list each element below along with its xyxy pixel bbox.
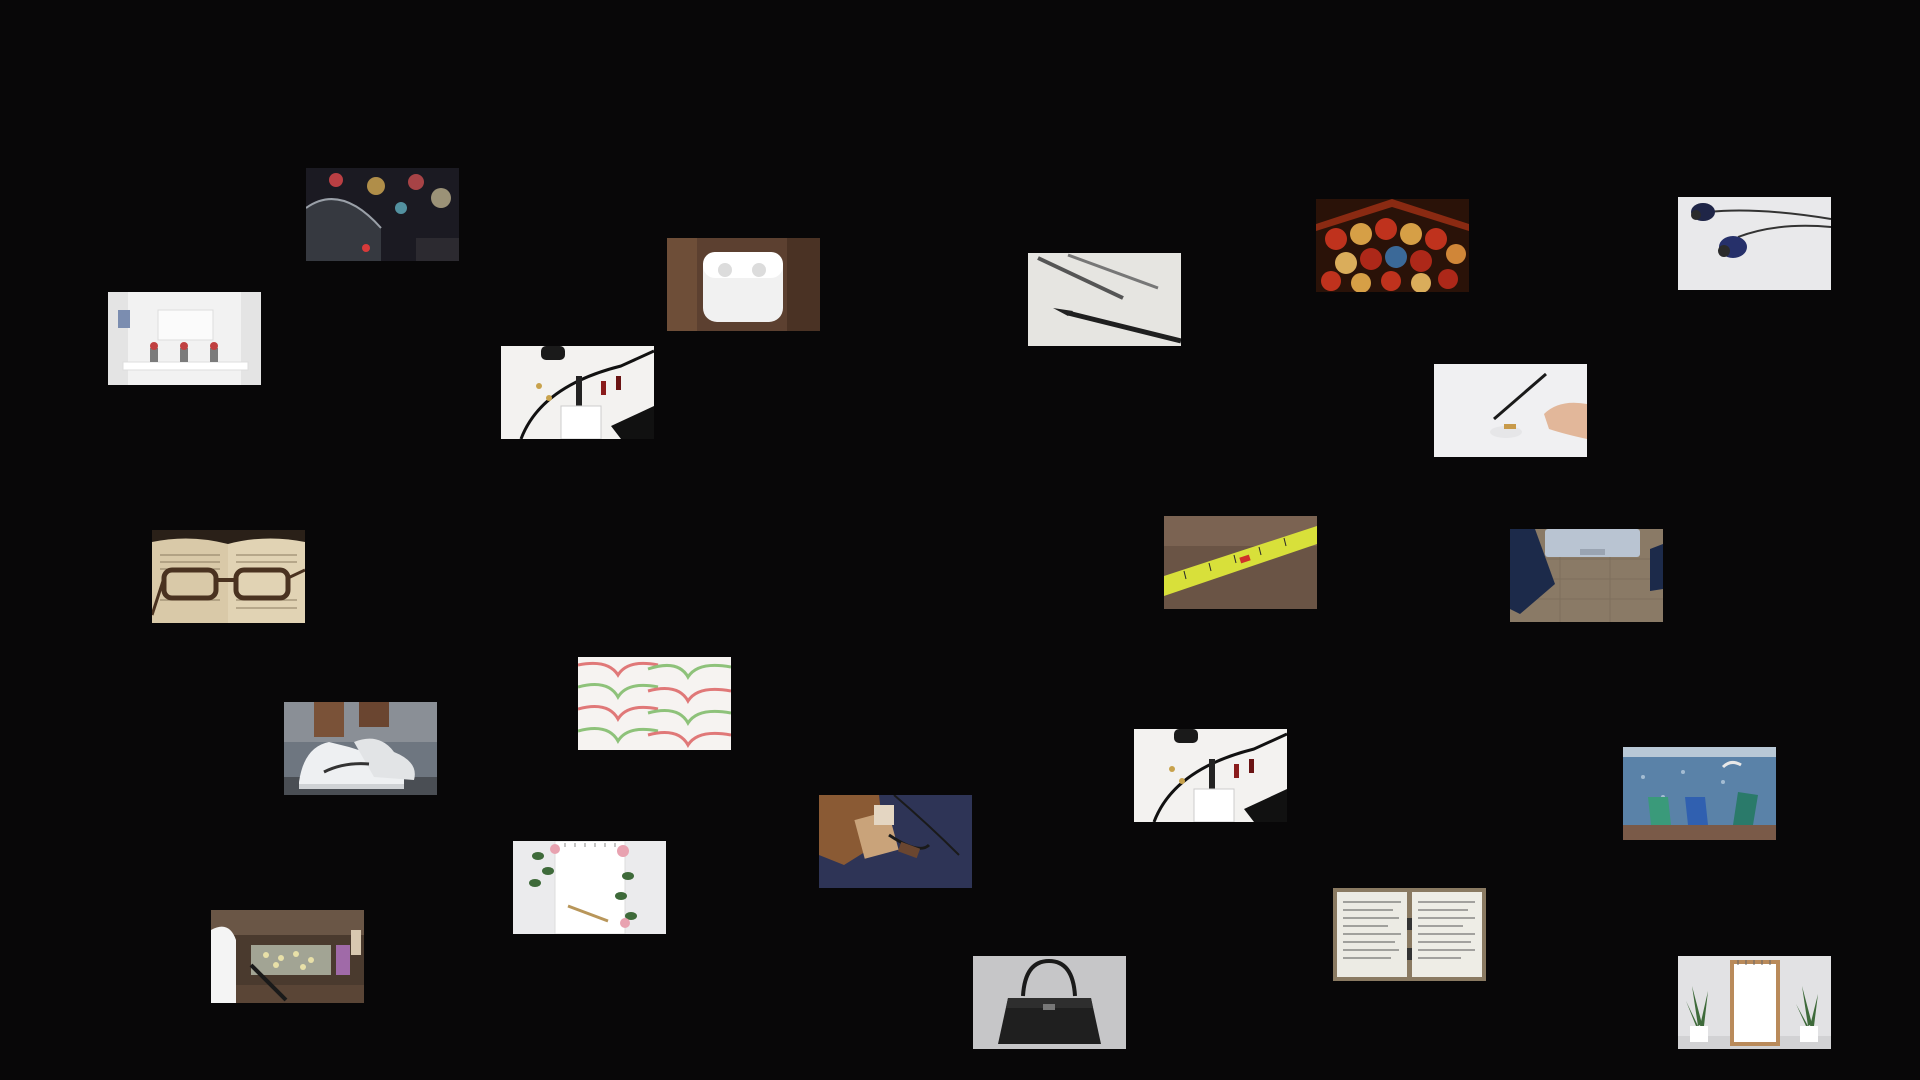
leather-bag-image: [819, 795, 972, 888]
umbrella-city-night-image: [306, 168, 459, 261]
thumb-laptop-on-burlap[interactable]: [1510, 529, 1663, 622]
thumb-hand-with-pen[interactable]: [1434, 364, 1587, 457]
thumb-notepad-plants[interactable]: [1678, 956, 1831, 1049]
thumb-paper-lanterns[interactable]: [1316, 199, 1469, 292]
sneakers-image: [284, 702, 437, 795]
beach-chairs-image: [1623, 747, 1776, 840]
thumb-drafting-tools[interactable]: [1028, 253, 1181, 346]
thumb-white-office[interactable]: [108, 292, 261, 385]
thumb-umbrella-city-night[interactable]: [306, 168, 459, 261]
image-gallery: [0, 0, 1920, 1080]
thumb-leather-bag[interactable]: [819, 795, 972, 888]
thumb-airpods-case[interactable]: [667, 238, 820, 331]
earphones-image: [1678, 197, 1831, 290]
white-office-image: [108, 292, 261, 385]
airpods-case-image: [667, 238, 820, 331]
paper-lanterns-image: [1316, 199, 1469, 292]
thumb-lab-glassware[interactable]: [211, 910, 364, 1003]
accessories-flatlay-2-image: [1134, 729, 1287, 822]
lab-glassware-image: [211, 910, 364, 1003]
open-journal-image: [1333, 888, 1486, 981]
thumb-paper-clips[interactable]: [578, 657, 731, 750]
thumb-sneakers[interactable]: [284, 702, 437, 795]
thumb-accessories-flatlay-2[interactable]: [1134, 729, 1287, 822]
hand-with-pen-image: [1434, 364, 1587, 457]
thumb-notebook-flowers[interactable]: [513, 841, 666, 934]
measuring-tape-image: [1164, 516, 1317, 609]
notepad-plants-image: [1678, 956, 1831, 1049]
drafting-tools-image: [1028, 253, 1181, 346]
paper-clips-image: [578, 657, 731, 750]
thumb-measuring-tape[interactable]: [1164, 516, 1317, 609]
thumb-earphones[interactable]: [1678, 197, 1831, 290]
thumb-glasses-on-book[interactable]: [152, 530, 305, 623]
laptop-on-burlap-image: [1510, 529, 1663, 622]
accessories-flatlay-image: [501, 346, 654, 439]
thumb-beach-chairs[interactable]: [1623, 747, 1776, 840]
handbag-image: [973, 956, 1126, 1049]
glasses-on-book-image: [152, 530, 305, 623]
thumb-accessories-flatlay[interactable]: [501, 346, 654, 439]
notebook-flowers-image: [513, 841, 666, 934]
thumb-handbag[interactable]: [973, 956, 1126, 1049]
thumb-open-journal[interactable]: [1333, 888, 1486, 981]
